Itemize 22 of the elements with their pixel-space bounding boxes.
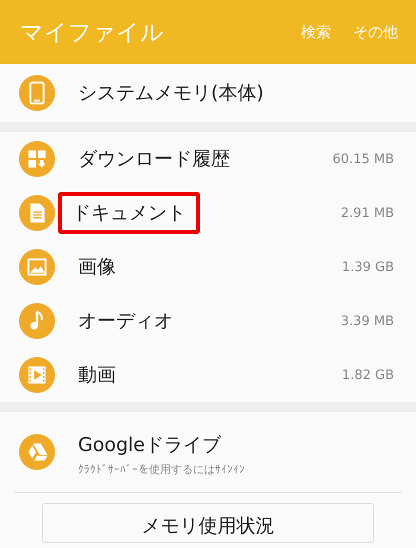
download-icon bbox=[18, 140, 56, 178]
image-icon bbox=[18, 248, 56, 286]
size-text: 60.15 MB bbox=[332, 152, 394, 166]
document-icon bbox=[18, 194, 56, 232]
size-text: 1.82 GB bbox=[342, 368, 394, 382]
category-label[interactable]: 動画 bbox=[74, 354, 342, 396]
size-text: 1.39 GB bbox=[342, 260, 394, 274]
memory-usage-button[interactable]: メモリ使用状況 bbox=[42, 503, 374, 543]
app-title: マイファイル bbox=[20, 18, 164, 48]
tablet-icon bbox=[18, 74, 56, 112]
cloud-subtitle: ｸﾗｳﾄﾞｻｰﾊﾞｰを使用するにはｻｲﾝｲﾝ bbox=[78, 462, 245, 476]
size-text: 3.39 MB bbox=[340, 314, 394, 328]
drive-icon bbox=[18, 433, 56, 471]
category-label[interactable]: ダウンロード履歴 bbox=[74, 138, 333, 180]
cloud-label[interactable]: Googleドライブ bbox=[74, 428, 245, 462]
storage-label[interactable]: システムメモリ(本体) bbox=[74, 72, 268, 114]
category-label[interactable]: 画像 bbox=[74, 246, 342, 288]
music-note-icon bbox=[18, 302, 56, 340]
video-icon bbox=[18, 356, 56, 394]
size-text: 2.91 MB bbox=[340, 206, 394, 220]
category-label[interactable]: オーディオ bbox=[74, 300, 341, 342]
category-label[interactable]: ドキュメント bbox=[58, 192, 200, 234]
